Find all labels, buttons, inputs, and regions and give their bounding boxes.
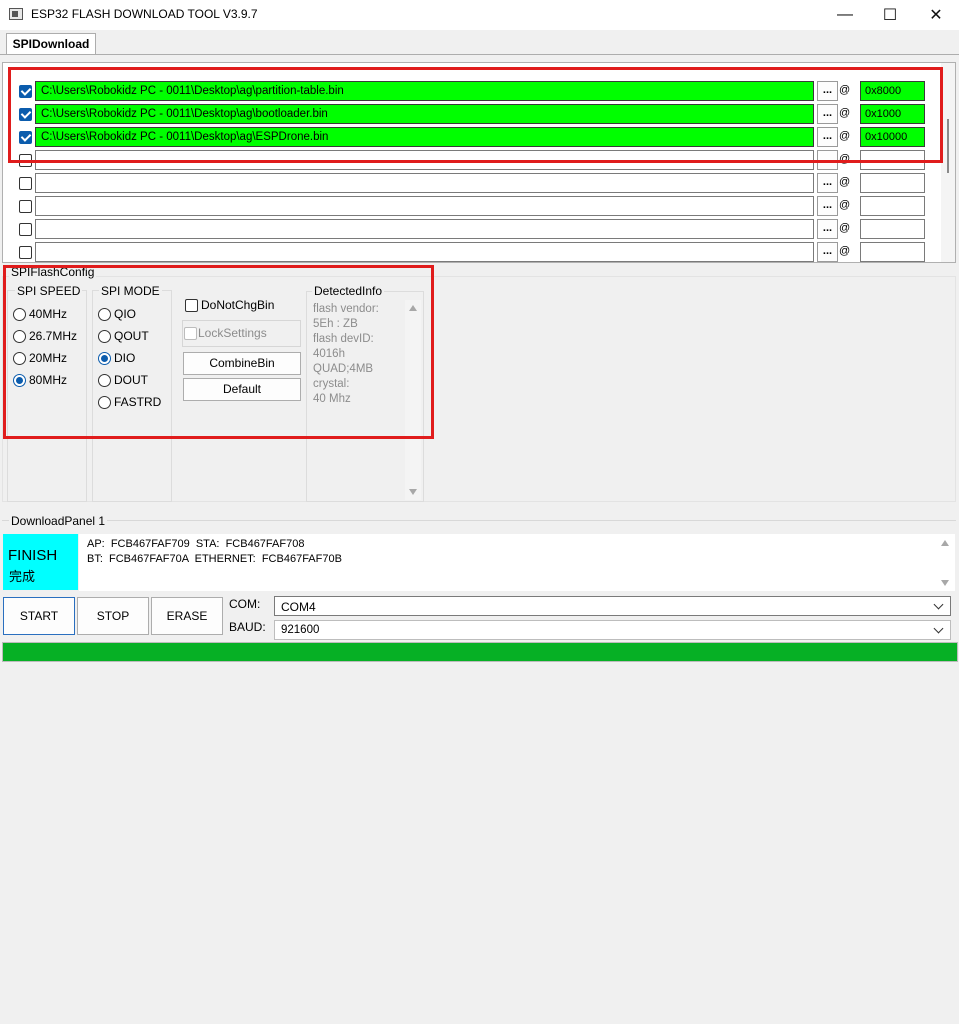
file-path-input[interactable] [35,173,814,193]
address-input[interactable] [860,242,925,262]
address-input[interactable] [860,196,925,216]
address-input[interactable] [860,173,925,193]
chevron-down-icon [933,599,944,610]
download-panel-divider [2,520,956,521]
browse-button[interactable]: ... [817,196,838,216]
file-path-input[interactable] [35,219,814,239]
file-path-input[interactable] [35,196,814,216]
baud-select[interactable]: 921600 [274,620,951,640]
scroll-down-icon[interactable] [409,489,417,495]
title-bar[interactable]: ESP32 FLASH DOWNLOAD TOOL V3.9.7 — ☐ ✕ [0,0,959,30]
file-row: ... @ [3,172,943,195]
tab-spidownload[interactable]: SPIDownload [6,33,96,54]
file-list-scrollbar[interactable] [941,63,955,262]
erase-button[interactable]: ERASE [151,597,223,635]
maximize-button[interactable]: ☐ [867,0,913,30]
log-line: AP: FCB467FAF709 STA: FCB467FAF708 [87,538,305,550]
address-input[interactable] [860,219,925,239]
scrollbar-thumb[interactable] [947,119,949,173]
at-label: @ [839,245,851,257]
close-button[interactable]: ✕ [913,0,959,30]
minimize-button[interactable]: — [822,0,868,30]
progress-bar [2,642,958,662]
file-row: ... @ [3,195,943,218]
at-label: @ [839,199,851,211]
download-panel-title: DownloadPanel 1 [9,514,108,528]
highlight-box-config [3,265,434,439]
at-label: @ [839,176,851,188]
com-select-value: COM4 [281,600,316,614]
app-icon [9,8,23,20]
status-text-cn: 完成 [9,569,36,584]
window-title: ESP32 FLASH DOWNLOAD TOOL V3.9.7 [31,7,258,21]
at-label: @ [839,222,851,234]
com-label: COM: [229,597,261,611]
highlight-box-files [8,67,943,163]
status-indicator: FINISH 完成 [3,534,78,590]
log-scroll-up-icon[interactable] [941,540,949,546]
browse-button[interactable]: ... [817,242,838,262]
file-row: ... @ [3,241,943,262]
browse-button[interactable]: ... [817,173,838,193]
com-select[interactable]: COM4 [274,596,951,616]
baud-label: BAUD: [229,620,266,634]
progress-fill [3,643,957,661]
file-enable-checkbox[interactable] [19,223,32,236]
chevron-down-icon [933,623,944,634]
file-enable-checkbox[interactable] [19,246,32,259]
file-path-input[interactable] [35,242,814,262]
baud-select-value: 921600 [281,624,320,636]
status-text: FINISH [8,547,58,564]
file-row: ... @ [3,218,943,241]
file-enable-checkbox[interactable] [19,177,32,190]
file-enable-checkbox[interactable] [19,200,32,213]
log-scroll-down-icon[interactable] [941,580,949,586]
log-box: AP: FCB467FAF709 STA: FCB467FAF708 BT: FC… [79,534,955,591]
start-button[interactable]: START [3,597,75,635]
browse-button[interactable]: ... [817,219,838,239]
stop-button[interactable]: STOP [77,597,149,635]
tab-divider [0,54,959,55]
log-line: BT: FCB467FAF70A ETHERNET: FCB467FAF70B [87,553,342,565]
